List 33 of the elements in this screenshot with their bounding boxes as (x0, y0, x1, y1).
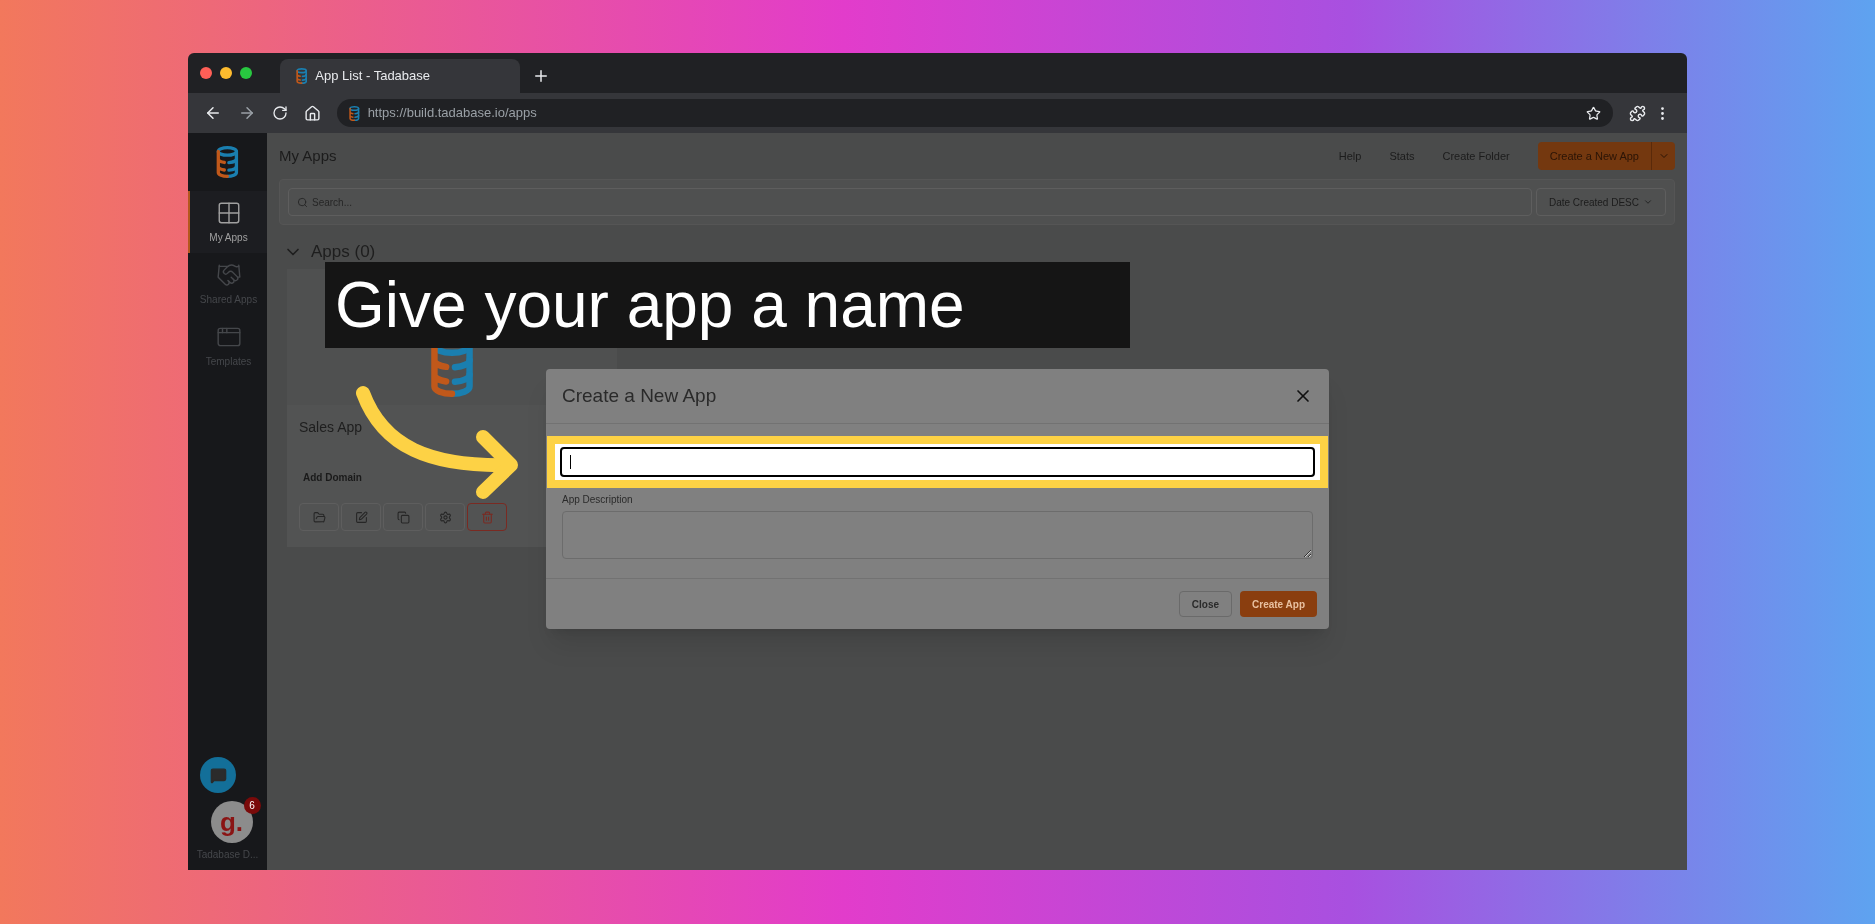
browser-tab[interactable]: App List - Tadabase (280, 59, 520, 93)
create-app-button[interactable]: Create App (1240, 591, 1317, 617)
new-tab-icon[interactable] (532, 67, 550, 85)
caret-icon (1643, 197, 1653, 207)
database-icon (296, 68, 308, 84)
search-icon (297, 196, 308, 208)
close-button[interactable]: Close (1178, 591, 1232, 617)
extensions-icon[interactable] (1629, 104, 1646, 122)
create-new-app-button[interactable]: Create a New App (1537, 142, 1651, 170)
copy-icon (396, 510, 410, 524)
database-icon (349, 105, 360, 121)
description-field[interactable] (562, 511, 1313, 559)
close-window-icon[interactable] (200, 67, 212, 79)
handshake-icon (215, 261, 242, 288)
sidebar-item[interactable]: My Apps (188, 191, 267, 253)
app-name-field[interactable] (560, 447, 1315, 477)
address-bar[interactable]: https://build.tadabase.io/apps (337, 99, 1613, 127)
database-logo-icon (216, 146, 239, 178)
edit-icon (354, 510, 368, 524)
reload-icon[interactable] (272, 105, 288, 121)
trash-icon (480, 510, 494, 524)
maximize-window-icon[interactable] (240, 67, 252, 79)
home-icon[interactable] (304, 104, 321, 122)
chat-icon (209, 766, 227, 784)
folder-icon (312, 510, 326, 524)
gear-icon (438, 510, 452, 524)
caption-banner: Give your app a name (325, 262, 1130, 348)
text-cursor (570, 455, 571, 469)
minimize-window-icon[interactable] (220, 67, 232, 79)
forward-icon[interactable] (238, 104, 256, 122)
chat-button[interactable] (200, 757, 236, 793)
bookmark-star-icon[interactable] (1586, 105, 1601, 121)
back-icon[interactable] (204, 104, 222, 122)
